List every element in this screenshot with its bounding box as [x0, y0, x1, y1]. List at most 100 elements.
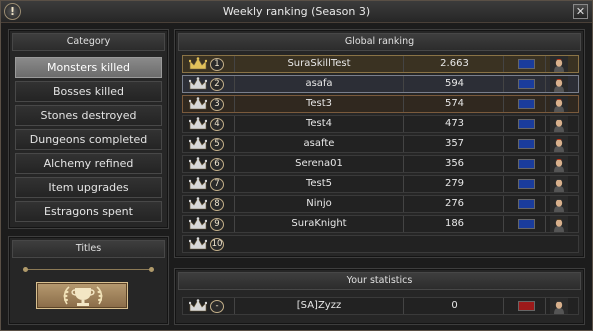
- category-item-bosses-killed[interactable]: Bosses killed: [15, 81, 162, 102]
- player-score: 594: [406, 76, 504, 92]
- category-item-dungeons-completed[interactable]: Dungeons completed: [15, 129, 162, 150]
- player-name: SuraKnight: [234, 216, 404, 232]
- rank-number: -: [210, 300, 224, 313]
- close-icon: ✕: [575, 5, 586, 18]
- player-name: [SA]Zyzz: [234, 298, 404, 314]
- category-item-monsters-killed[interactable]: Monsters killed: [15, 57, 162, 78]
- category-item-estragons-spent[interactable]: Estragons spent: [15, 201, 162, 222]
- empire-flag-cell: [506, 156, 546, 172]
- player-score: 0: [406, 298, 504, 314]
- player-score: 357: [406, 136, 504, 152]
- rank-number: 5: [210, 138, 224, 151]
- category-item-alchemy-refined[interactable]: Alchemy refined: [15, 153, 162, 174]
- global-ranking-panel: Global ranking 1 SuraSkillTest 2.663 2 asafa…: [174, 29, 585, 258]
- character-avatar: [550, 136, 568, 152]
- empire-flag-icon: [518, 119, 535, 129]
- category-panel: Category Monsters killed Bosses killed Sto…: [8, 29, 169, 229]
- player-score: 279: [406, 176, 504, 192]
- category-item-item-upgrades[interactable]: Item upgrades: [15, 177, 162, 198]
- empire-flag-cell: [506, 196, 546, 212]
- empire-flag-cell: [506, 96, 546, 112]
- player-score: 276: [406, 196, 504, 212]
- close-button[interactable]: ✕: [573, 4, 588, 19]
- player-name: asafa: [234, 76, 404, 92]
- rank-number: 10: [210, 238, 224, 251]
- ranking-row-self[interactable]: - [SA]Zyzz 0: [182, 297, 579, 315]
- player-name: asafte: [234, 136, 404, 152]
- player-name: Test5: [234, 176, 404, 192]
- empire-flag-icon: [518, 301, 535, 311]
- ranking-row[interactable]: 4 Test4 473: [182, 115, 579, 133]
- player-name: Test4: [234, 116, 404, 132]
- ranking-row[interactable]: 3 Test3 574: [182, 95, 579, 113]
- crown-icon: [188, 77, 208, 94]
- player-score: 2.663: [406, 56, 504, 72]
- crown-icon: [188, 97, 208, 114]
- character-avatar: [550, 176, 568, 192]
- your-statistics-header: Your statistics: [178, 272, 581, 290]
- empire-flag-cell: [506, 298, 546, 314]
- character-avatar: [550, 76, 568, 92]
- titles-trophy-button[interactable]: [36, 282, 128, 309]
- crown-icon: [188, 57, 208, 74]
- character-avatar: [550, 96, 568, 112]
- player-score: 186: [406, 216, 504, 232]
- crown-icon: [188, 117, 208, 134]
- player-score: 574: [406, 96, 504, 112]
- rank-number: 3: [210, 98, 224, 111]
- window-title: Weekly ranking (Season 3): [222, 5, 371, 18]
- ranking-row[interactable]: 8 Ninjo 276: [182, 195, 579, 213]
- player-score: 356: [406, 156, 504, 172]
- titles-divider: [23, 267, 154, 272]
- crown-icon: [188, 237, 208, 254]
- category-header: Category: [12, 33, 165, 51]
- empire-flag-icon: [518, 139, 535, 149]
- your-statistics-panel: Your statistics - [SA]Zyzz 0: [174, 268, 585, 325]
- category-item-stones-destroyed[interactable]: Stones destroyed: [15, 105, 162, 126]
- empire-flag-cell: [506, 76, 546, 92]
- trophy-laurel-icon: [63, 286, 103, 306]
- global-ranking-header: Global ranking: [178, 33, 581, 51]
- player-name: Serena01: [234, 156, 404, 172]
- rank-number: 7: [210, 178, 224, 191]
- rank-number: 6: [210, 158, 224, 171]
- titles-header: Titles: [12, 240, 165, 258]
- player-score: 473: [406, 116, 504, 132]
- empire-flag-cell: [506, 176, 546, 192]
- empire-flag-cell: [506, 56, 546, 72]
- player-name: Ninjo: [234, 196, 404, 212]
- weekly-ranking-window: ! Weekly ranking (Season 3) ✕ Category M…: [0, 0, 593, 331]
- ranking-row[interactable]: 6 Serena01 356: [182, 155, 579, 173]
- crown-icon: [188, 177, 208, 194]
- empire-flag-icon: [518, 179, 535, 189]
- ranking-row[interactable]: 7 Test5 279: [182, 175, 579, 193]
- ranking-row[interactable]: 2 asafa 594: [182, 75, 579, 93]
- empire-flag-cell: [506, 136, 546, 152]
- rank-number: 9: [210, 218, 224, 231]
- rank-number: 2: [210, 78, 224, 91]
- titles-panel: Titles: [8, 236, 169, 325]
- character-avatar: [550, 298, 568, 314]
- character-avatar: [550, 116, 568, 132]
- character-avatar: [550, 56, 568, 72]
- empire-flag-icon: [518, 99, 535, 109]
- character-avatar: [550, 216, 568, 232]
- empire-flag-icon: [518, 79, 535, 89]
- crown-icon: [188, 137, 208, 154]
- ranking-row[interactable]: 5 asafte 357: [182, 135, 579, 153]
- crown-icon: [188, 217, 208, 234]
- crown-icon: [188, 157, 208, 174]
- crown-icon: [188, 197, 208, 214]
- rank-number: 1: [210, 58, 224, 71]
- title-bar[interactable]: ! Weekly ranking (Season 3) ✕: [1, 1, 592, 23]
- ranking-row[interactable]: 1 SuraSkillTest 2.663: [182, 55, 579, 73]
- ranking-row[interactable]: 10: [182, 235, 579, 253]
- empire-flag-cell: [506, 116, 546, 132]
- empire-flag-icon: [518, 159, 535, 169]
- ranking-row[interactable]: 9 SuraKnight 186: [182, 215, 579, 233]
- empire-flag-icon: [518, 199, 535, 209]
- crown-icon: [188, 299, 208, 316]
- rank-number: 8: [210, 198, 224, 211]
- rank-number: 4: [210, 118, 224, 131]
- character-avatar: [550, 156, 568, 172]
